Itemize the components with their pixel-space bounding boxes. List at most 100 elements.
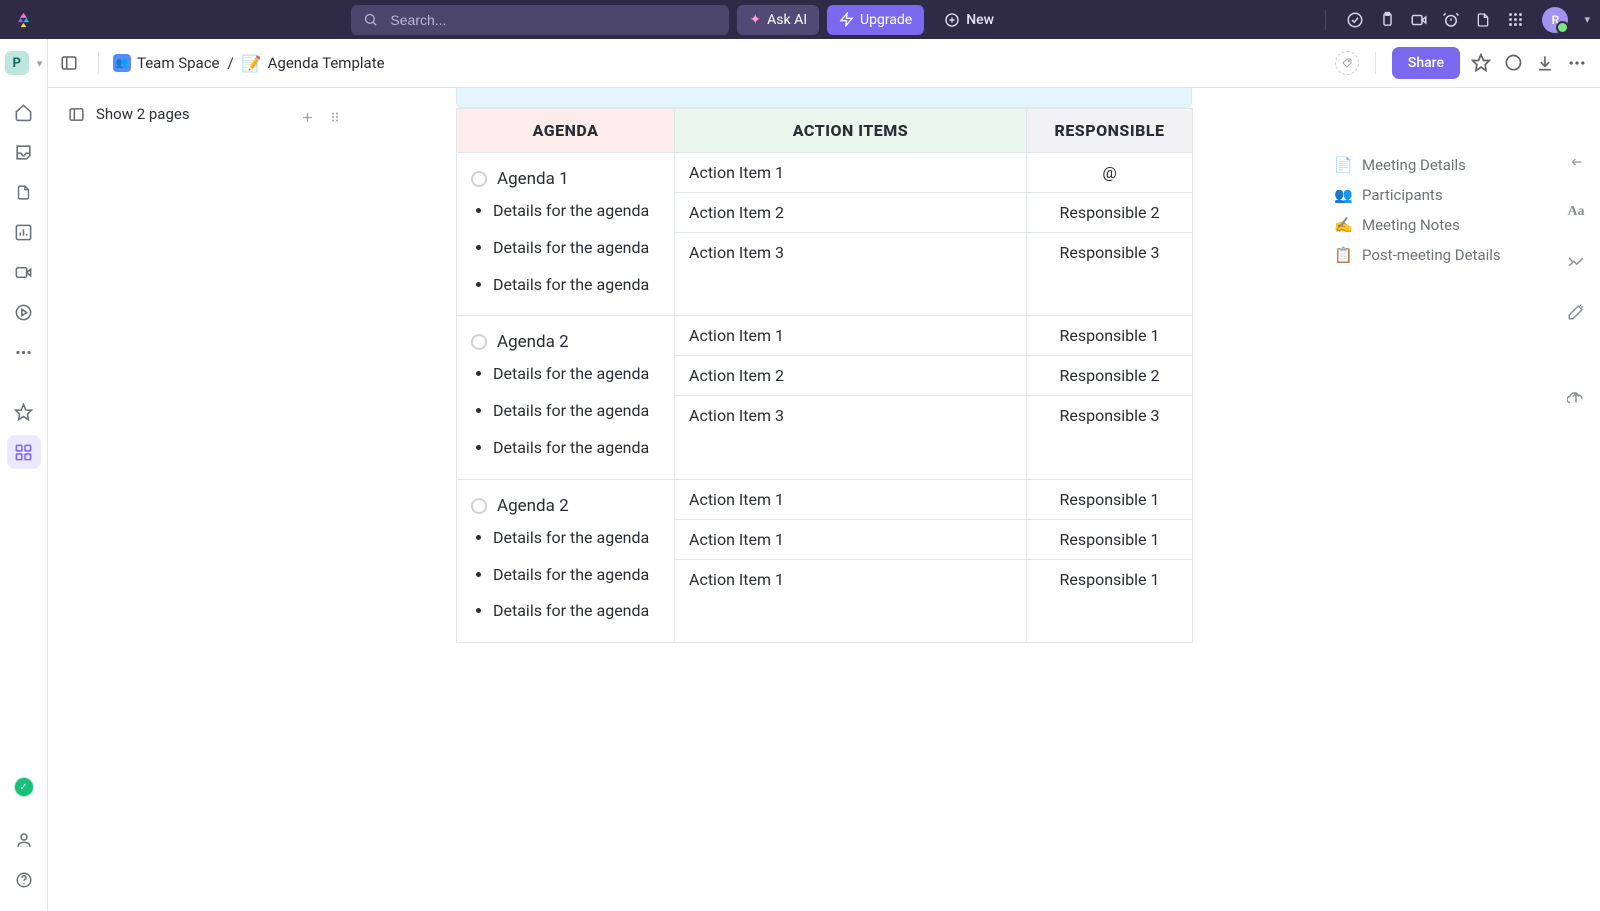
app-logo[interactable] (12, 9, 34, 31)
table-row: Agenda 2Details for the agen­daDetails f… (457, 316, 1193, 479)
pages-toggle[interactable]: Show 2 pages (66, 104, 190, 124)
add-page-button[interactable] (298, 108, 316, 126)
responsible-item: Responsible 1 (1027, 480, 1192, 520)
radio-icon[interactable] (471, 171, 487, 187)
agenda-detail: Details for the agen­da (493, 273, 660, 298)
favorites-icon[interactable] (7, 395, 41, 429)
action-item: Action Item 1 (675, 316, 1026, 356)
typography-button[interactable]: Aa (1564, 200, 1588, 224)
people-icon: 👥 (113, 54, 131, 72)
spaces-icon[interactable] (7, 435, 41, 469)
floating-toolbar: Aa (1564, 150, 1588, 410)
responsible-cell[interactable]: Responsible 1Responsible 2Responsible 3 (1027, 316, 1193, 479)
outline-emoji-icon: 👥 (1334, 186, 1352, 204)
more-apps-icon[interactable] (7, 335, 41, 369)
banner-block (456, 88, 1192, 108)
outline-item[interactable]: 📋 Post-meeting Details (1330, 240, 1550, 270)
outline-item[interactable]: 👥Participants (1330, 180, 1550, 210)
breadcrumb-bar: 👥 Team Space / 📝 Agenda Template Share (48, 39, 1600, 88)
workspace-switcher[interactable]: P ▾ (5, 51, 43, 75)
responsible-cell[interactable]: Responsible 1Responsible 1Responsible 1 (1027, 479, 1193, 642)
share-button[interactable]: Share (1392, 47, 1460, 79)
star-icon[interactable] (1470, 52, 1492, 74)
more-icon[interactable] (1566, 52, 1588, 74)
table-header-actions: ACTION ITEMS (675, 109, 1027, 153)
agenda-detail: Details for the agen­da (493, 563, 660, 588)
agenda-detail: Details for the agen­da (493, 436, 660, 461)
help-icon[interactable] (7, 863, 41, 897)
action-cell[interactable]: Action Item 1Action Item 2Action Item 3 (675, 153, 1027, 316)
collapse-icon[interactable] (1564, 150, 1588, 174)
panel-icon (66, 104, 86, 124)
radio-icon[interactable] (471, 334, 487, 350)
wand-icon[interactable] (1564, 300, 1588, 324)
upgrade-label: Upgrade (860, 12, 912, 28)
clipboard-icon[interactable] (1378, 11, 1396, 29)
agenda-detail: Details for the agen­da (493, 526, 660, 551)
apps-grid-icon[interactable] (1506, 11, 1524, 29)
ask-ai-button[interactable]: ✦ Ask AI (737, 5, 819, 35)
document-icon[interactable] (7, 175, 41, 209)
upload-icon[interactable] (1564, 386, 1588, 410)
outline-item[interactable]: 📄Meeting Details (1330, 150, 1550, 180)
add-tag-button[interactable] (1335, 51, 1359, 75)
new-label: New (966, 12, 994, 28)
agenda-cell[interactable]: Agenda 1Details for the agen­daDetails f… (457, 153, 675, 316)
alarm-icon[interactable] (1442, 11, 1460, 29)
responsible-item: @ (1027, 153, 1192, 193)
outline-emoji-icon: 📋 (1334, 246, 1352, 264)
search-input[interactable] (388, 11, 717, 29)
panel-toggle-icon[interactable] (54, 48, 84, 78)
timesheet-icon[interactable] (7, 295, 41, 329)
sidebar: P ▾ ✓ (0, 39, 48, 911)
action-item: Action Item 1 (675, 153, 1026, 193)
user-avatar[interactable]: R (1542, 7, 1568, 33)
table-header-responsible: RESPONSIBLE (1027, 109, 1193, 153)
responsible-item: Responsible 1 (1027, 520, 1192, 560)
breadcrumb-page[interactable]: 📝 Agenda Template (242, 54, 385, 73)
agenda-title: Agenda 2 (497, 496, 569, 516)
avatar-letter: R (1552, 13, 1560, 27)
outline-item[interactable]: ✍️Meeting Notes (1330, 210, 1550, 240)
drag-handle-icon[interactable] (326, 108, 344, 126)
action-item: Action Item 1 (675, 520, 1026, 560)
inbox-icon[interactable] (7, 135, 41, 169)
responsible-cell[interactable]: @Responsible 2Responsible 3 (1027, 153, 1193, 316)
home-icon[interactable] (7, 95, 41, 129)
breadcrumb-page-label: Agenda Template (268, 54, 385, 72)
memo-icon: 📝 (242, 54, 262, 73)
upgrade-button[interactable]: Upgrade (827, 5, 924, 35)
agenda-detail: Details for the agen­da (493, 599, 660, 624)
sparkle-icon: ✦ (749, 12, 761, 28)
outline-emoji-icon: ✍️ (1334, 216, 1352, 234)
action-cell[interactable]: Action Item 1Action Item 2Action Item 3 (675, 316, 1027, 479)
agenda-detail: Details for the agen­da (493, 399, 660, 424)
action-item: Action Item 1 (675, 560, 1026, 599)
export-icon[interactable] (1534, 52, 1556, 74)
plus-circle-icon (944, 12, 960, 28)
doc-icon[interactable] (1474, 11, 1492, 29)
video-icon[interactable] (1410, 11, 1428, 29)
new-button[interactable]: New (932, 5, 1006, 35)
agenda-detail: Details for the agen­da (493, 362, 660, 387)
agenda-cell[interactable]: Agenda 2 Details for the agen­da Details f… (457, 479, 675, 642)
global-search[interactable] (351, 5, 729, 35)
outline-label: Post-meeting Details (1362, 246, 1501, 264)
status-indicator[interactable]: ✓ (14, 777, 34, 797)
clips-icon[interactable] (7, 255, 41, 289)
invite-icon[interactable] (7, 823, 41, 857)
responsible-item: Responsible 1 (1027, 316, 1192, 356)
table-row: Agenda 1Details for the agen­daDetails f… (457, 153, 1193, 316)
agenda-cell[interactable]: Agenda 2Details for the agen­daDetails f… (457, 316, 675, 479)
chevron-down-icon[interactable]: ▾ (1584, 13, 1590, 26)
ai-suggest-icon[interactable] (1564, 250, 1588, 274)
action-item: Action Item 3 (675, 396, 1026, 435)
breadcrumb-space[interactable]: 👥 Team Space (113, 54, 220, 72)
check-circle-icon[interactable] (1346, 11, 1364, 29)
dashboard-icon[interactable] (7, 215, 41, 249)
action-cell[interactable]: Action Item 1Action Item 1Action Item 1 (675, 479, 1027, 642)
radio-icon[interactable] (471, 498, 487, 514)
responsible-item: Responsible 2 (1027, 356, 1192, 396)
comment-icon[interactable] (1502, 52, 1524, 74)
table-header-agenda: AGENDA (457, 109, 675, 153)
